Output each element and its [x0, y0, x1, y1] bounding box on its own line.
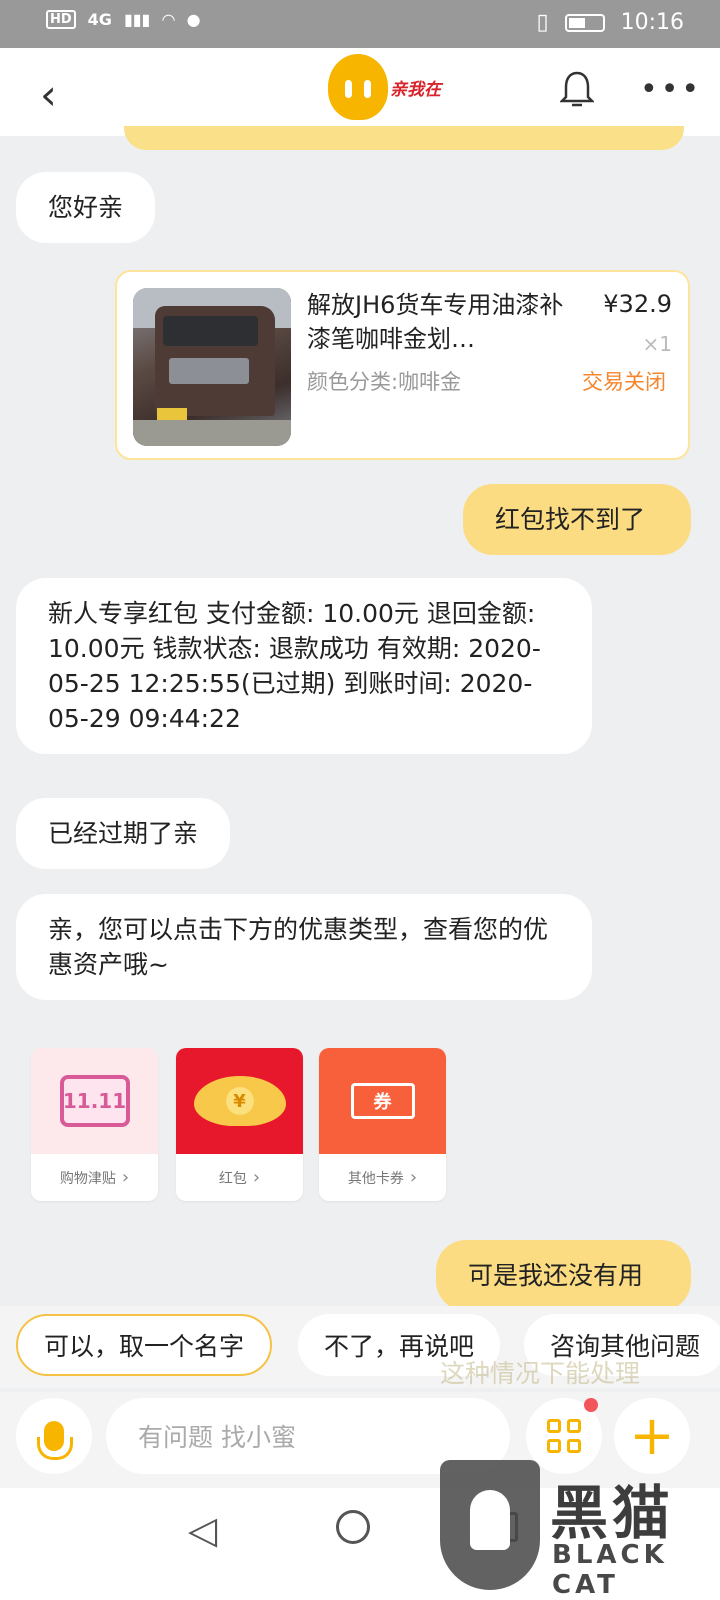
vibrate-icon: ▯ — [536, 10, 549, 35]
message-coupon-hint: 亲，您可以点击下方的优惠类型，查看您的优惠资产哦~ — [16, 894, 592, 1000]
cat-shield-logo — [440, 1460, 540, 1590]
coupon-other-cards-art: 券 — [319, 1048, 446, 1154]
chevron-right-icon: › — [409, 1167, 418, 1188]
battery-icon — [564, 13, 605, 32]
bell-icon[interactable] — [560, 70, 594, 108]
coupon-red-packet-label: 红包 › — [176, 1154, 303, 1201]
logo-text: 亲我在 — [390, 79, 441, 100]
coupon-shopping-allowance-art: 11.11 — [31, 1048, 158, 1154]
message-greeting: 您好亲 — [16, 172, 156, 243]
coupon-shopping-allowance-label: 购物津贴 › — [31, 1154, 158, 1201]
status-right: ▯ 10:16 — [536, 10, 684, 35]
app-logo: 亲我在 — [328, 54, 441, 120]
coupon-shopping-allowance[interactable]: 11.11 购物津贴 › — [31, 1048, 158, 1201]
coupon-other-cards[interactable]: 券 其他卡券 › — [319, 1048, 446, 1201]
product-quantity: ×1 — [642, 332, 672, 356]
watermark-main-text: 黑猫 — [550, 1479, 675, 1547]
wifi-icon: ◠ — [162, 10, 175, 29]
black-cat-watermark: 黑猫 BLACK CAT — [440, 1452, 720, 1600]
watermark-sub-text: BLACK CAT — [552, 1540, 668, 1600]
nav-home-icon[interactable] — [336, 1510, 370, 1544]
voice-button[interactable] — [16, 1398, 92, 1474]
message-expired: 已经过期了亲 — [16, 798, 231, 869]
grid-icon — [547, 1419, 581, 1453]
more-options-icon[interactable]: ••• — [640, 72, 702, 107]
message-redpacket-info: 新人专享红包 支付金额: 10.00元 退回金额: 10.00元 钱款状态: 退… — [16, 578, 592, 754]
message-icon: ● — [186, 10, 201, 29]
ticket-icon: 券 — [350, 1083, 415, 1119]
order-status: 交易关闭 — [582, 370, 666, 394]
faded-message: 这种情况下能处理 — [440, 1359, 641, 1388]
yen-icon: ¥ — [225, 1087, 254, 1115]
product-variant: 颜色分类:咖啡金 — [307, 370, 462, 394]
message-user-unused: 可是我还没有用 — [436, 1240, 691, 1311]
nav-back-icon[interactable]: ◁ — [188, 1508, 217, 1552]
signal-icon: ▮▮▮ — [123, 10, 151, 29]
chevron-right-icon: › — [252, 1167, 261, 1188]
coupon-label-text: 购物津贴 — [59, 1170, 116, 1187]
product-card[interactable]: 解放JH6货车专用油漆补漆笔咖啡金划… 颜色分类:咖啡金 ¥32.9 ×1 交易… — [115, 270, 690, 460]
chevron-right-icon: › — [121, 1167, 130, 1188]
network-label: 4G — [87, 10, 112, 29]
microphone-icon — [37, 1421, 73, 1460]
back-arrow-icon[interactable]: ‹ — [40, 70, 57, 119]
chat-header: ‹ 亲我在 ••• — [0, 48, 720, 136]
coupon-label-text: 其他卡券 — [347, 1170, 404, 1187]
mascot-icon — [328, 54, 388, 120]
coupon-label-text: 红包 — [218, 1170, 247, 1187]
previous-message-edge — [124, 126, 684, 150]
coupon-red-packet[interactable]: ¥ 红包 › — [176, 1048, 303, 1201]
status-bar: HD 4G ▮▮▮ ◠ ● ▯ 10:16 — [0, 0, 720, 48]
hd-badge: HD — [46, 10, 76, 29]
coupon-other-cards-label: 其他卡券 › — [319, 1154, 446, 1201]
product-title: 解放JH6货车专用油漆补漆笔咖啡金划… — [307, 291, 564, 353]
quick-reply-name[interactable]: 可以，取一个名字 — [16, 1314, 273, 1376]
red-packet-icon: ¥ — [193, 1076, 286, 1126]
clock: 10:16 — [620, 10, 684, 35]
coupon-red-packet-art: ¥ — [176, 1048, 303, 1154]
notification-dot — [584, 1398, 598, 1412]
status-left: HD 4G ▮▮▮ ◠ ● — [46, 10, 201, 29]
gift-box-icon: 11.11 — [59, 1075, 130, 1127]
product-image — [133, 288, 291, 446]
product-price: ¥32.9 — [603, 290, 672, 318]
message-user-redpacket: 红包找不到了 — [463, 484, 691, 555]
